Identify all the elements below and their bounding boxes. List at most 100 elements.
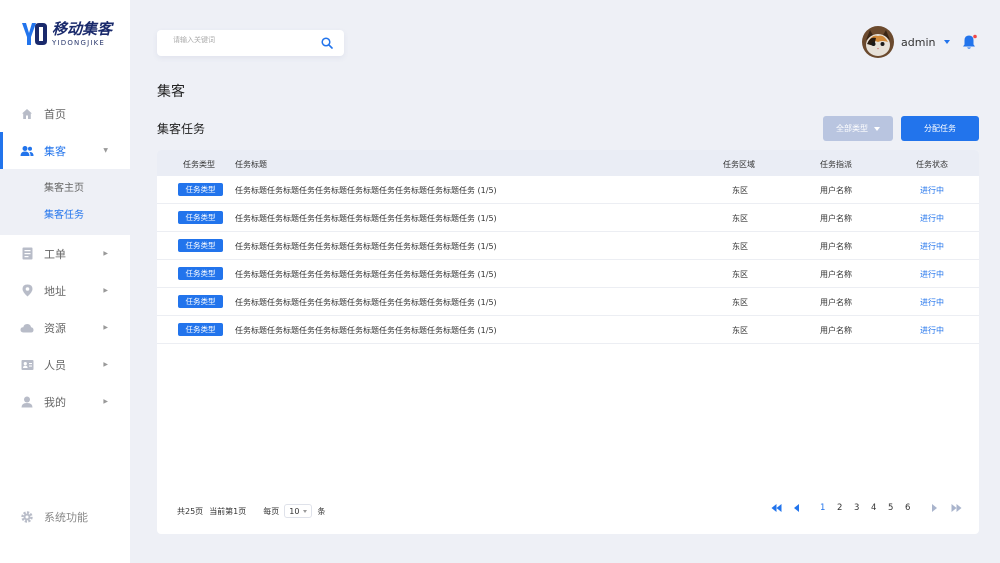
user-icon [20,395,34,409]
page-size-select[interactable]: 10 [284,504,313,518]
caret-right-icon: ▶ [103,361,108,368]
type-filter-dropdown[interactable]: 全部类型 [823,116,893,141]
sidebar-item-staff[interactable]: 人员 ▶ [0,346,130,383]
cloud-icon [20,321,34,335]
home-icon [20,107,34,121]
task-type-tag: 任务类型 [178,323,223,336]
sidebar-item-resource[interactable]: 资源 ▶ [0,309,130,346]
next-page-icon[interactable] [931,504,938,512]
total-pages: 共25页 [177,506,204,516]
task-status[interactable]: 进行中 [920,325,944,336]
page-title: 集客 [157,84,185,100]
task-status[interactable]: 进行中 [920,185,944,196]
last-page-icon[interactable] [951,504,962,512]
task-type-tag: 任务类型 [178,239,223,252]
task-title: 任务标题任务标题任务任务标题任务标题任务任务标题任务标题任务 (1/5) [235,186,497,195]
task-status[interactable]: 进行中 [920,213,944,224]
task-assignee: 用户名称 [820,270,852,279]
sidebar-item-label: 首页 [44,107,66,121]
caret-down-icon [944,40,951,44]
search-icon[interactable] [321,37,333,49]
brand-logo[interactable]: 移动集客 YIDONGJIKE [20,21,112,47]
bell-icon[interactable] [961,34,977,50]
sidebar-subitem-jike-home[interactable]: 集客主页 [0,175,130,202]
search-input[interactable] [173,36,313,44]
avatar[interactable] [862,26,894,58]
type-filter-label: 全部类型 [836,124,868,133]
task-status[interactable]: 进行中 [920,241,944,252]
people-card-icon [20,358,34,372]
task-type-tag: 任务类型 [178,183,223,196]
task-title: 任务标题任务标题任务任务标题任务标题任务任务标题任务标题任务 (1/5) [235,270,497,279]
sidebar-subnav: 集客主页 集客任务 [0,169,130,235]
caret-right-icon: ▶ [103,324,108,331]
user-menu[interactable]: admin [862,26,951,58]
column-header-assignee: 任务指派 [820,160,852,169]
search-box [157,30,344,56]
user-name: admin [901,35,936,49]
caret-down-icon: ▼ [103,147,108,154]
task-type-tag: 任务类型 [178,295,223,308]
sidebar-item-label: 资源 [44,321,66,335]
task-type-tag: 任务类型 [178,211,223,224]
prev-page-icon[interactable] [793,504,800,512]
assign-task-button[interactable]: 分配任务 [901,116,979,141]
first-page-icon[interactable] [771,504,782,512]
task-title: 任务标题任务标题任务任务标题任务标题任务任务标题任务标题任务 (1/5) [235,242,497,251]
page-number[interactable]: 5 [888,503,893,513]
task-assignee: 用户名称 [820,214,852,223]
column-header-title: 任务标题 [235,160,267,169]
page-number[interactable]: 4 [871,503,876,513]
sidebar-item-label: 地址 [44,284,66,298]
column-header-status: 任务状态 [916,160,948,169]
task-type-tag: 任务类型 [178,267,223,280]
task-status[interactable]: 进行中 [920,269,944,280]
task-assignee: 用户名称 [820,186,852,195]
sidebar-item-jike[interactable]: 集客 ▼ [0,132,130,169]
caret-right-icon: ▶ [103,398,108,405]
sidebar-item-system[interactable]: 系统功能 [20,509,88,525]
task-title: 任务标题任务标题任务任务标题任务标题任务任务标题任务标题任务 (1/5) [235,326,497,335]
page-number[interactable]: 1 [820,503,825,513]
brand-name-cn: 移动集客 [52,20,113,38]
per-page-label: 每页 [263,506,280,516]
sidebar-item-workorder[interactable]: 工单 ▶ [0,235,130,272]
table-row[interactable]: 任务类型 任务标题任务标题任务任务标题任务标题任务任务标题任务标题任务 (1/5… [157,316,979,344]
brand-name-en: YIDONGJIKE [52,39,106,47]
sidebar-nav: 首页 集客 ▼ 集客主页 集客任务 工单 ▶ 地址 ▶ 资源 ▶ 人员 ▶ 我的… [0,95,130,420]
task-area: 东区 [732,186,748,195]
task-area: 东区 [732,270,748,279]
users-icon [20,144,34,158]
task-status[interactable]: 进行中 [920,297,944,308]
column-header-area: 任务区域 [723,160,755,169]
column-header-type: 任务类型 [183,160,215,169]
sidebar-item-label: 工单 [44,247,66,261]
sidebar-item-label: 系统功能 [44,511,88,524]
sidebar-item-label: 集客 [44,144,66,158]
sidebar-subitem-jike-task[interactable]: 集客任务 [0,202,130,229]
task-area: 东区 [732,298,748,307]
table-row[interactable]: 任务类型 任务标题任务标题任务任务标题任务标题任务任务标题任务标题任务 (1/5… [157,260,979,288]
sidebar-item-home[interactable]: 首页 [0,95,130,132]
table-row[interactable]: 任务类型 任务标题任务标题任务任务标题任务标题任务任务标题任务标题任务 (1/5… [157,204,979,232]
task-area: 东区 [732,326,748,335]
sidebar-item-label: 人员 [44,358,66,372]
page-size-unit: 条 [317,506,326,516]
gear-icon [20,510,34,524]
table-row[interactable]: 任务类型 任务标题任务标题任务任务标题任务标题任务任务标题任务标题任务 (1/5… [157,176,979,204]
task-assignee: 用户名称 [820,242,852,251]
task-area: 东区 [732,214,748,223]
sidebar-item-mine[interactable]: 我的 ▶ [0,383,130,420]
table-row[interactable]: 任务类型 任务标题任务标题任务任务标题任务标题任务任务标题任务标题任务 (1/5… [157,232,979,260]
task-title: 任务标题任务标题任务任务标题任务标题任务任务标题任务标题任务 (1/5) [235,214,497,223]
page-number[interactable]: 6 [905,503,910,513]
page-number[interactable]: 2 [837,503,842,513]
page-number[interactable]: 3 [854,503,859,513]
sidebar-item-label: 我的 [44,395,66,409]
document-icon [20,247,34,261]
caret-right-icon: ▶ [103,250,108,257]
task-assignee: 用户名称 [820,298,852,307]
table-row[interactable]: 任务类型 任务标题任务标题任务任务标题任务标题任务任务标题任务标题任务 (1/5… [157,288,979,316]
caret-down-icon [303,509,308,513]
sidebar-item-address[interactable]: 地址 ▶ [0,272,130,309]
